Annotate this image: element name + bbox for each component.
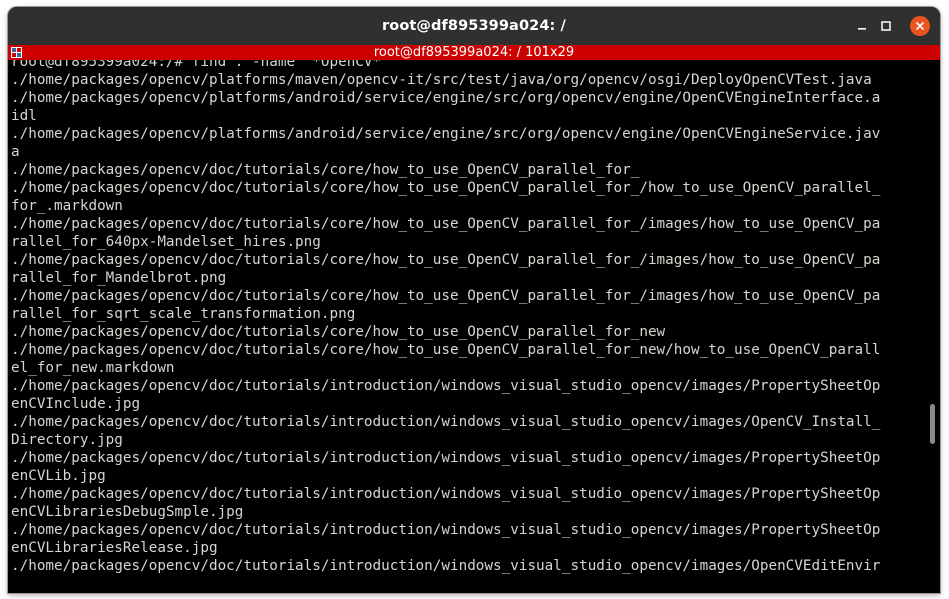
scrollbar-thumb[interactable]: [930, 404, 935, 444]
command-prompt-line: root@df895399a024:/# find . -name "*Open…: [11, 60, 390, 70]
output-line: ./home/packages/opencv/doc/tutorials/int…: [11, 486, 881, 502]
output-line: enCVLib.jpg: [11, 468, 106, 484]
output-line: ./home/packages/opencv/doc/tutorials/cor…: [11, 342, 881, 358]
output-line: ./home/packages/opencv/platforms/android…: [11, 90, 881, 106]
output-line: for_.markdown: [11, 198, 123, 214]
output-line: ./home/packages/opencv/platforms/android…: [11, 126, 881, 142]
close-button[interactable]: [910, 16, 930, 36]
terminal-scrollbar[interactable]: [927, 60, 937, 593]
session-status-text: root@df895399a024: / 101x29: [373, 45, 575, 60]
output-line: a: [11, 144, 20, 160]
output-line: rallel_for_640px-Mandelset_hires.png: [11, 234, 321, 250]
output-line: rallel_for_Mandelbrot.png: [11, 270, 227, 286]
terminal-output[interactable]: root@df895399a024:/# find . -name "*Open…: [11, 60, 921, 593]
output-line: ./home/packages/opencv/doc/tutorials/cor…: [11, 288, 881, 304]
output-line: el_for_new.markdown: [11, 360, 175, 376]
close-icon: [916, 22, 924, 30]
output-line: ./home/packages/opencv/doc/tutorials/int…: [11, 378, 881, 394]
output-line: ./home/packages/opencv/doc/tutorials/int…: [11, 558, 881, 574]
maximize-button[interactable]: [876, 16, 896, 36]
minimize-icon: [858, 28, 866, 30]
output-line: ./home/packages/opencv/doc/tutorials/cor…: [11, 180, 881, 196]
output-line: ./home/packages/opencv/platforms/maven/o…: [11, 72, 872, 88]
output-line: ./home/packages/opencv/doc/tutorials/cor…: [11, 324, 666, 340]
output-line: ./home/packages/opencv/doc/tutorials/cor…: [11, 252, 881, 268]
output-line: enCVLibrariesDebugSmple.jpg: [11, 504, 244, 520]
output-line: enCVLibrariesRelease.jpg: [11, 540, 218, 556]
output-line: ./home/packages/opencv/doc/tutorials/int…: [11, 522, 881, 538]
minimize-button[interactable]: [852, 16, 872, 36]
window-title: root@df895399a024: /: [382, 18, 566, 34]
output-line: rallel_for_sqrt_scale_transformation.png: [11, 306, 356, 322]
output-line: ./home/packages/opencv/doc/tutorials/cor…: [11, 216, 881, 232]
output-line: idl: [11, 108, 37, 124]
output-line: Directory.jpg: [11, 432, 123, 448]
session-status-bar: root@df895399a024: / 101x29: [8, 45, 940, 60]
output-line: ./home/packages/opencv/doc/tutorials/int…: [11, 450, 881, 466]
output-line: ./home/packages/opencv/doc/tutorials/cor…: [11, 162, 640, 178]
output-line: enCVInclude.jpg: [11, 396, 141, 412]
title-bar[interactable]: root@df895399a024: /: [8, 7, 940, 45]
output-line: ./home/packages/opencv/doc/tutorials/int…: [11, 414, 881, 430]
maximize-icon: [881, 21, 891, 31]
terminal-window: root@df895399a024: / root@df895399a024: …: [8, 7, 940, 593]
